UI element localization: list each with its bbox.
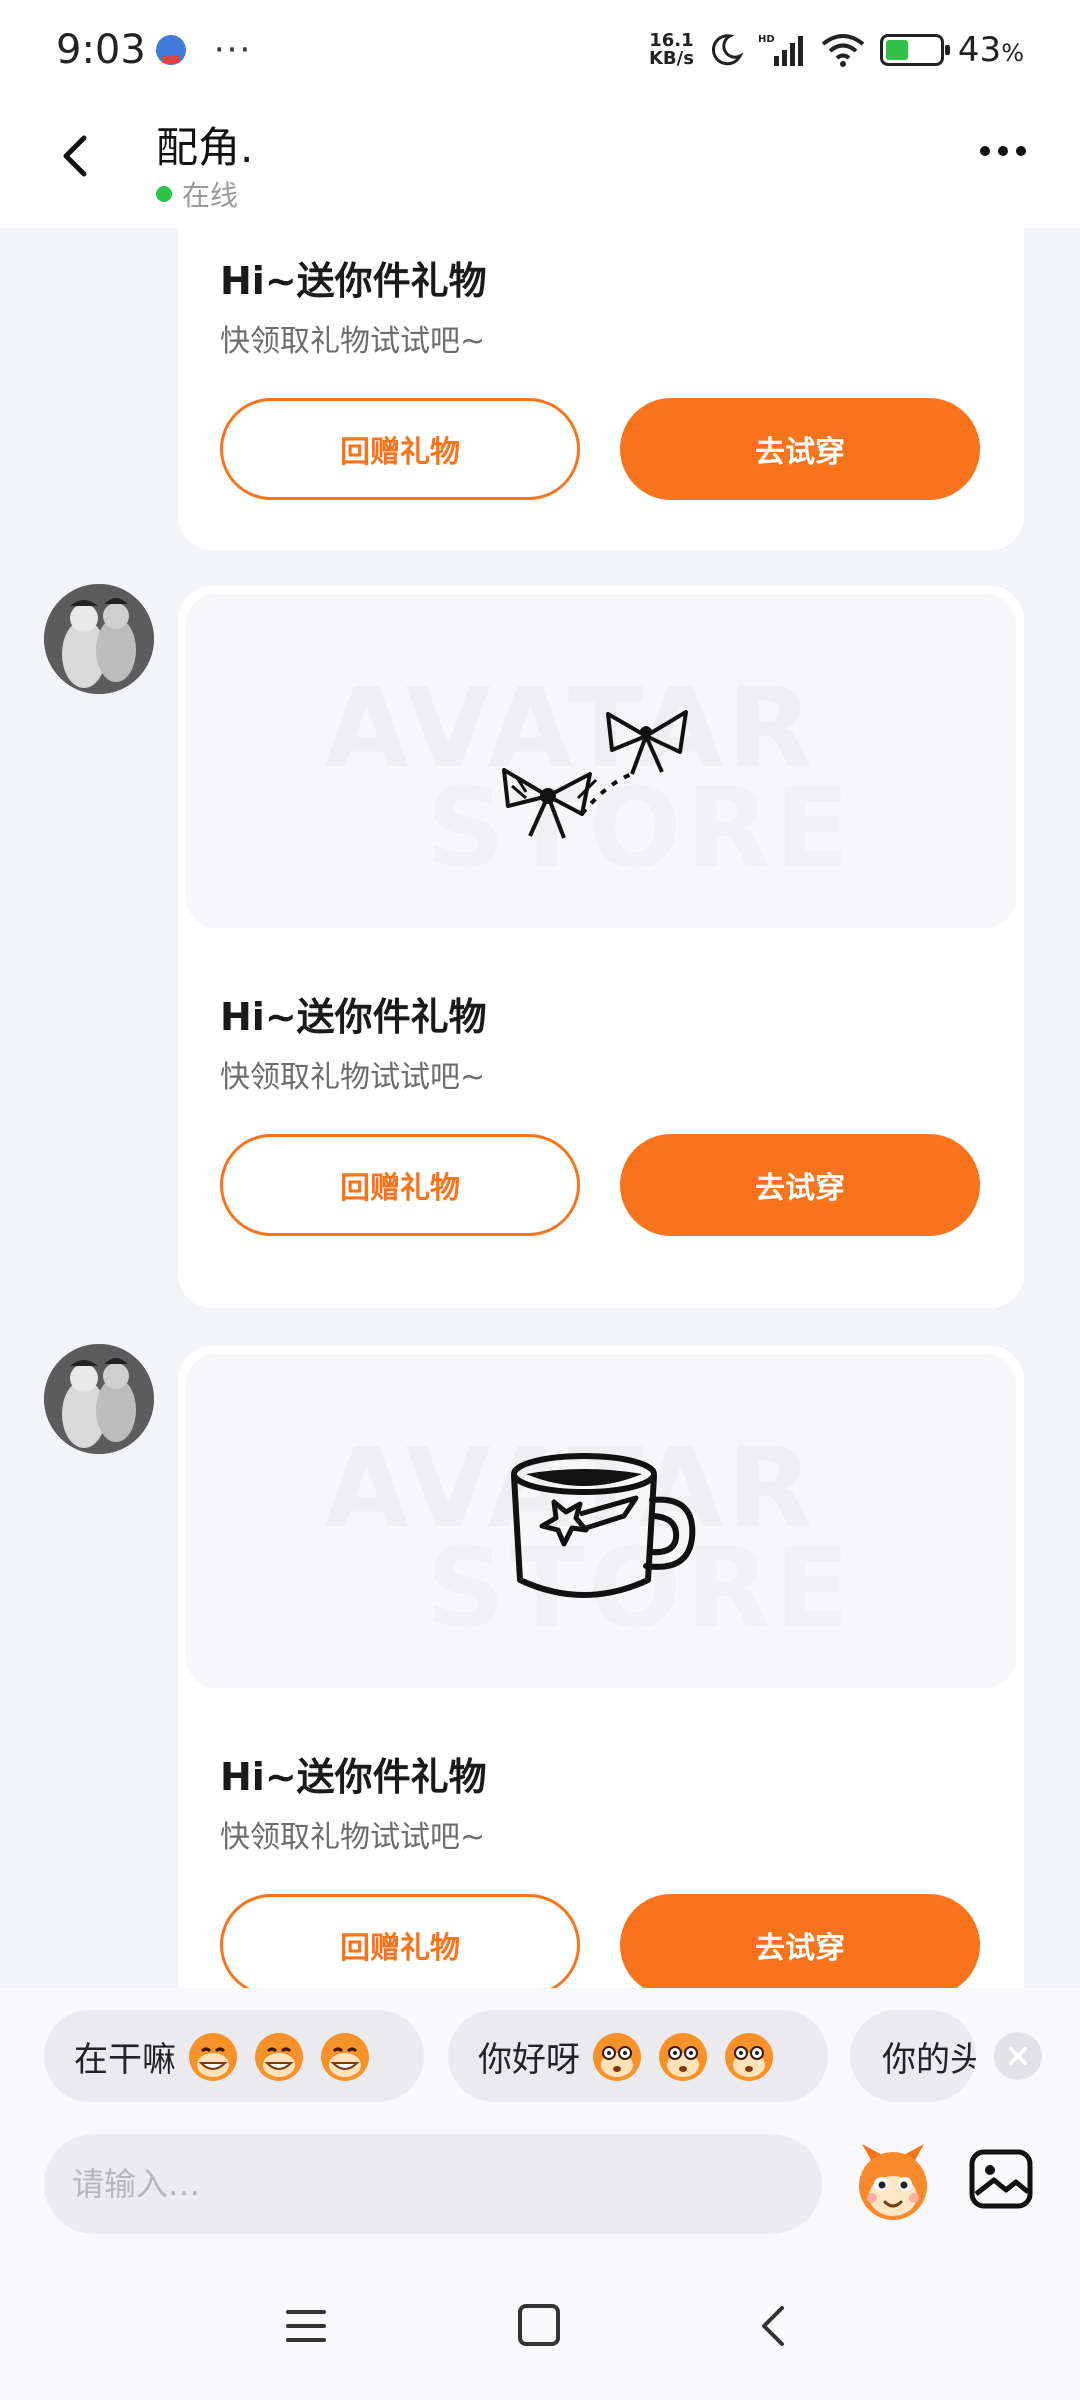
quick-reply-text: 你的头 bbox=[882, 2039, 976, 2080]
try-on-button[interactable]: 去试穿 bbox=[620, 398, 980, 500]
quick-reply-bar: 在干嘛 你好呀 你的头 bbox=[0, 1988, 1080, 2118]
notification-app-icon bbox=[155, 35, 186, 65]
wide-eyed-monkey-icon bbox=[593, 2033, 641, 2081]
message-input[interactable] bbox=[44, 2134, 822, 2234]
chat-message-list[interactable]: Hi~送你件礼物 快领取礼物试试吧~ 回赠礼物 去试穿 AVATAR STORE bbox=[0, 228, 1080, 1988]
back-icon[interactable] bbox=[752, 2302, 796, 2350]
more-dot bbox=[998, 146, 1008, 156]
gift-message-subtitle: 快领取礼物试试吧~ bbox=[220, 1820, 486, 1855]
return-gift-button[interactable]: 回赠礼物 bbox=[220, 1894, 580, 1988]
sender-avatar[interactable] bbox=[44, 584, 154, 694]
gift-image[interactable]: AVATAR STORE bbox=[186, 1354, 1016, 1688]
network-speed-unit: KB/s bbox=[648, 48, 694, 69]
moon-icon bbox=[711, 34, 744, 66]
battery-percent: 43% bbox=[957, 30, 1024, 70]
more-dot bbox=[1016, 146, 1026, 156]
chat-header: 配角. 在线 bbox=[0, 100, 1080, 228]
gift-message-title: Hi~送你件礼物 bbox=[220, 259, 487, 303]
signal-icon: HD bbox=[758, 34, 803, 66]
more-dot bbox=[980, 146, 990, 156]
status-time: 9:03 bbox=[56, 27, 146, 73]
wifi-icon bbox=[821, 34, 865, 67]
svg-text:HD: HD bbox=[758, 34, 775, 45]
grinning-monkey-icon bbox=[255, 2033, 303, 2081]
star-mug-icon bbox=[511, 1453, 696, 1598]
contact-name[interactable]: 配角. bbox=[156, 114, 253, 175]
gift-message-title: Hi~送你件礼物 bbox=[220, 1755, 487, 1799]
quick-reply-chip[interactable]: 你好呀 bbox=[448, 2010, 828, 2102]
quick-reply-chip[interactable]: 你的头 bbox=[850, 2010, 976, 2102]
sender-avatar[interactable] bbox=[44, 1344, 154, 1454]
gift-message-card[interactable]: AVATAR STORE Hi~送你件礼物 快领取礼物试试吧~ 回赠礼物 去试穿 bbox=[178, 1346, 1024, 1988]
gift-message-card[interactable]: AVATAR STORE Hi~送你件礼物 快领取礼物试试吧~ 回赠礼物 去试穿 bbox=[178, 586, 1024, 1308]
menu-icon[interactable] bbox=[284, 2306, 328, 2346]
try-on-button[interactable]: 去试穿 bbox=[620, 1134, 980, 1236]
battery-level bbox=[885, 40, 909, 60]
gift-message-card[interactable]: Hi~送你件礼物 快领取礼物试试吧~ 回赠礼物 去试穿 bbox=[178, 228, 1024, 550]
image-icon[interactable] bbox=[966, 2144, 1036, 2214]
online-status: 在线 bbox=[156, 174, 238, 214]
online-dot-icon bbox=[156, 186, 172, 202]
wide-eyed-monkey-icon bbox=[659, 2033, 707, 2081]
return-gift-button[interactable]: 回赠礼物 bbox=[220, 1134, 580, 1236]
close-quick-replies-button[interactable] bbox=[994, 2032, 1042, 2080]
quick-reply-text: 在干嘛 bbox=[74, 2039, 176, 2080]
network-speed: 16.1 KB/s bbox=[649, 32, 694, 68]
home-icon[interactable] bbox=[518, 2304, 560, 2346]
back-button[interactable] bbox=[48, 126, 108, 186]
bow-ties-icon bbox=[502, 710, 688, 839]
quick-reply-chip[interactable]: 在干嘛 bbox=[44, 2010, 424, 2102]
gift-message-subtitle: 快领取礼物试试吧~ bbox=[220, 1060, 486, 1095]
gift-message-title: Hi~送你件礼物 bbox=[220, 995, 487, 1039]
grinning-monkey-icon bbox=[321, 2033, 369, 2081]
more-options-button[interactable] bbox=[980, 146, 1026, 156]
message-input-bar bbox=[0, 2118, 1080, 2248]
mascot-emoji-icon[interactable] bbox=[848, 2138, 938, 2228]
battery-icon bbox=[879, 34, 950, 66]
status-bar: 9:03 ··· 16.1 KB/s HD 43% bbox=[0, 0, 1080, 100]
grinning-monkey-icon bbox=[189, 2033, 237, 2081]
gift-message-subtitle: 快领取礼物试试吧~ bbox=[220, 324, 486, 359]
close-icon bbox=[1009, 2047, 1027, 2065]
system-navigation-bar bbox=[0, 2248, 1080, 2400]
wide-eyed-monkey-icon bbox=[725, 2033, 773, 2081]
gift-image[interactable]: AVATAR STORE bbox=[186, 594, 1016, 928]
return-gift-button[interactable]: 回赠礼物 bbox=[220, 398, 580, 500]
online-status-text: 在线 bbox=[182, 179, 239, 212]
more-notifications-icon: ··· bbox=[213, 30, 253, 70]
try-on-button[interactable]: 去试穿 bbox=[620, 1894, 980, 1988]
quick-reply-text: 你好呀 bbox=[478, 2039, 580, 2080]
